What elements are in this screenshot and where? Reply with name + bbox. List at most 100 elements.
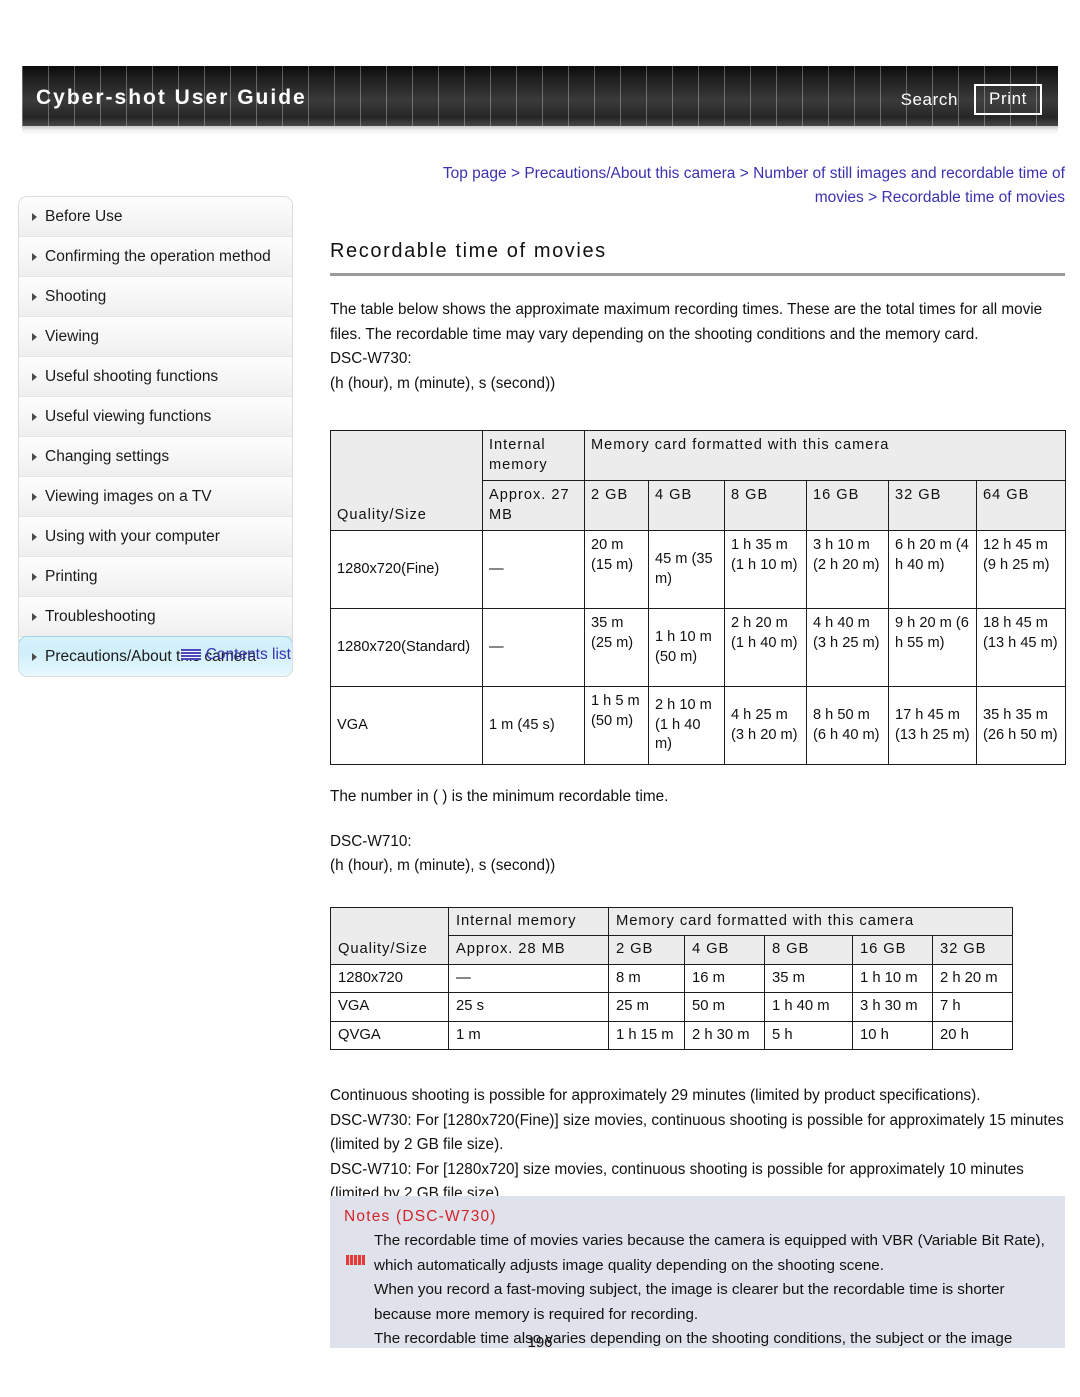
model-label-w710: DSC-W710:: [330, 832, 412, 850]
table-row: 1280x720(Fine) — 20 m (15 m) 45 m (35 m)…: [330, 530, 1066, 609]
note-marker-icon: [346, 1255, 365, 1265]
chevron-right-icon: [32, 613, 37, 621]
table1-internal-capacity: Approx. 27 MB: [482, 480, 585, 531]
table1-row1-val5: 18 h 45 m (13 h 45 m): [976, 608, 1066, 687]
table1-row0-val5: 12 h 45 m (9 h 25 m): [976, 530, 1066, 609]
chevron-right-icon: [32, 453, 37, 461]
table1-row0-label: 1280x720(Fine): [330, 530, 483, 609]
recordable-time-table-w710: Quality/Size Internal memory Memory card…: [330, 906, 1014, 1050]
chevron-right-icon: [32, 253, 37, 261]
sidebar-nav: Before Use Confirming the operation meth…: [18, 196, 293, 677]
page-title: Recordable time of movies: [330, 240, 607, 262]
table1-row1-val1: 1 h 10 m (50 m): [648, 608, 725, 687]
sidebar-item-before-use[interactable]: Before Use: [19, 197, 292, 237]
table2-row2-val3: 10 h: [852, 1020, 933, 1050]
table1-row1-label: 1280x720(Standard): [330, 608, 483, 687]
sidebar-item-label: Before Use: [45, 208, 123, 225]
table1-row0-val2: 1 h 35 m (1 h 10 m): [724, 530, 807, 609]
table2-card-size-3: 16 GB: [852, 935, 933, 965]
table2-row1-val2: 1 h 40 m: [764, 992, 853, 1022]
table2-row1-val0: 25 m: [608, 992, 685, 1022]
app-title: Cyber-shot User Guide: [36, 86, 307, 109]
table2-card-size-2: 8 GB: [764, 935, 853, 965]
chevron-right-icon: [32, 533, 37, 541]
table-row: VGA 25 s 25 m 50 m 1 h 40 m 3 h 30 m 7 h: [330, 992, 1014, 1022]
table1-row1-val0: 35 m (25 m): [584, 608, 649, 687]
table-row: QVGA 1 m 1 h 15 m 2 h 30 m 5 h 10 h 20 h: [330, 1020, 1014, 1050]
breadcrumb-item-0[interactable]: Top page: [443, 165, 507, 182]
sidebar-item-label: Viewing images on a TV: [45, 488, 212, 505]
table1-row1-internal: —: [482, 608, 585, 687]
table-row: VGA 1 m (45 s) 1 h 5 m (50 m) 2 h 10 m (…: [330, 686, 1066, 765]
recordable-time-table-w730: Quality/Size Internal memory Memory card…: [330, 430, 1066, 765]
chevron-right-icon: [32, 213, 37, 221]
sidebar-item-shooting[interactable]: Shooting: [19, 277, 292, 317]
sidebar-item-label: Confirming the operation method: [45, 248, 271, 265]
contents-list-link[interactable]: Contents list: [18, 646, 293, 664]
table1-row0-val3: 3 h 10 m (2 h 20 m): [806, 530, 889, 609]
sidebar-item-viewing[interactable]: Viewing: [19, 317, 292, 357]
table1-row1-val4: 9 h 20 m (6 h 55 m): [888, 608, 977, 687]
table2-row1-val4: 7 h: [931, 992, 1014, 1022]
table1-row1-val3: 4 h 40 m (3 h 25 m): [806, 608, 889, 687]
minimum-time-note: The number in ( ) is the minimum recorda…: [330, 788, 669, 805]
chevron-right-icon: [32, 293, 37, 301]
sidebar-item-changing-settings[interactable]: Changing settings: [19, 437, 292, 477]
model-label-w730: DSC-W730:: [330, 350, 412, 367]
chevron-right-icon: [32, 413, 37, 421]
sidebar-item-troubleshooting[interactable]: Troubleshooting: [19, 597, 292, 637]
sidebar-item-label: Useful viewing functions: [45, 408, 212, 425]
breadcrumb-separator: >: [739, 165, 749, 182]
units-note: (h (hour), m (minute), s (second)): [330, 374, 556, 392]
page-number: 196: [527, 1334, 553, 1351]
sidebar-item-label: Printing: [45, 568, 98, 585]
units-note-2: (h (hour), m (minute), s (second)): [330, 857, 556, 874]
table2-row2-val0: 1 h 15 m: [608, 1020, 685, 1050]
sidebar-item-viewing-images-on-a-tv[interactable]: Viewing images on a TV: [19, 477, 292, 517]
table2-card-size-4: 32 GB: [931, 935, 1014, 965]
table-header-row-1: Quality/Size Internal memory Memory card…: [330, 430, 1066, 531]
table2-row2-val1: 2 h 30 m: [684, 1020, 765, 1050]
breadcrumb-separator: >: [868, 189, 878, 206]
breadcrumb-item-3[interactable]: Recordable time of movies: [882, 189, 1066, 206]
table1-card-size-5: 64 GB: [976, 480, 1066, 531]
print-button[interactable]: Print: [974, 84, 1042, 115]
contents-list-label: Contents list: [205, 646, 291, 663]
table1-card-size-3: 16 GB: [806, 480, 889, 531]
table2-row0-val0: 8 m: [608, 963, 685, 993]
table2-card-size-0: 2 GB: [608, 935, 685, 965]
breadcrumb-item-1[interactable]: Precautions/About this camera: [524, 165, 735, 182]
table1-card-size-2: 8 GB: [724, 480, 807, 531]
sidebar-item-confirming-the-operation-method[interactable]: Confirming the operation method: [19, 237, 292, 277]
sidebar-item-using-with-your-computer[interactable]: Using with your computer: [19, 517, 292, 557]
continuous-shooting-note-0: Continuous shooting is possible for appr…: [330, 1087, 981, 1104]
table1-card-size-0: 2 GB: [584, 480, 649, 531]
table1-corner-label: Quality/Size: [330, 430, 483, 531]
table2-row0-label: 1280x720: [330, 963, 449, 993]
table2-card-size-1: 4 GB: [684, 935, 765, 965]
intro-paragraph: The table below shows the approximate ma…: [330, 301, 1043, 343]
header-sheen: [22, 126, 1058, 136]
chevron-right-icon: [32, 373, 37, 381]
table2-row2-internal: 1 m: [448, 1020, 609, 1050]
table1-row0-val4: 6 h 20 m (4 h 40 m): [888, 530, 977, 609]
search-button[interactable]: Search: [901, 90, 958, 110]
title-divider: [330, 273, 1065, 276]
table1-row0-val1: 45 m (35 m): [648, 530, 725, 609]
chevron-right-icon: [32, 333, 37, 341]
sidebar-item-printing[interactable]: Printing: [19, 557, 292, 597]
sidebar-item-useful-viewing-functions[interactable]: Useful viewing functions: [19, 397, 292, 437]
table1-row2-val0: 1 h 5 m (50 m): [584, 686, 649, 765]
chevron-right-icon: [32, 493, 37, 501]
table2-row1-val1: 50 m: [684, 992, 765, 1022]
sidebar-item-label: Useful shooting functions: [45, 368, 219, 385]
table1-memory-card-header: Memory card formatted with this camera: [584, 430, 1066, 481]
table1-card-size-1: 4 GB: [648, 480, 725, 531]
table1-row0-val0: 20 m (15 m): [584, 530, 649, 609]
sidebar-item-useful-shooting-functions[interactable]: Useful shooting functions: [19, 357, 292, 397]
breadcrumb: Top page > Precautions/About this camera…: [420, 162, 1065, 210]
table2-row2-val4: 20 h: [931, 1020, 1014, 1050]
table-header-row-1: Quality/Size Internal memory Memory card…: [330, 906, 1014, 965]
table1-row2-label: VGA: [330, 686, 483, 765]
header-actions: Search Print: [901, 84, 1042, 115]
